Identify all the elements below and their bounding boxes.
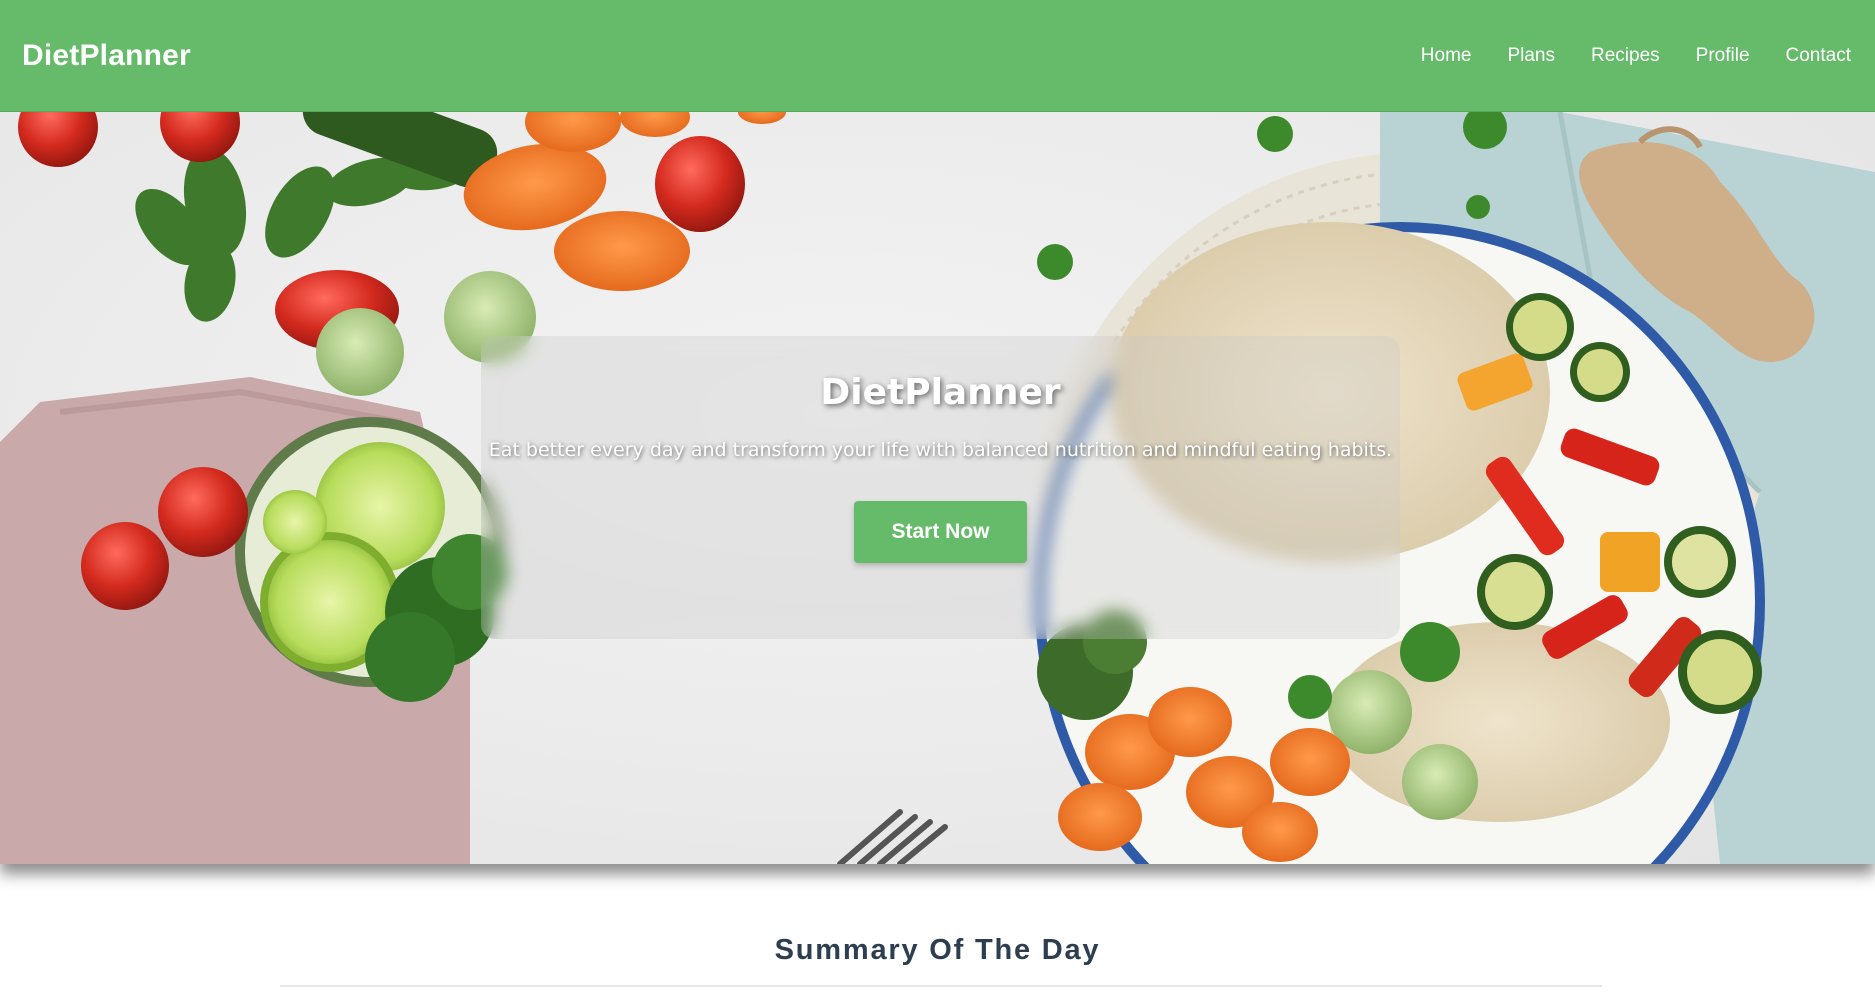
top-navbar: DietPlanner Home Plans Recipes Profile C… — [0, 0, 1875, 112]
start-now-button[interactable]: Start Now — [854, 501, 1027, 563]
summary-divider — [280, 985, 1602, 987]
nav-link-recipes[interactable]: Recipes — [1573, 45, 1678, 67]
hero-section: DietPlanner Eat better every day and tra… — [0, 112, 1875, 864]
nav-link-contact[interactable]: Contact — [1768, 45, 1851, 67]
nav-link-home[interactable]: Home — [1403, 45, 1490, 67]
hero-card: DietPlanner Eat better every day and tra… — [481, 336, 1400, 639]
hero-title: DietPlanner — [820, 372, 1061, 413]
summary-title: Summary Of The Day — [774, 934, 1101, 966]
nav-link-plans[interactable]: Plans — [1489, 45, 1573, 67]
nav-link-profile[interactable]: Profile — [1678, 45, 1768, 67]
nav-links: Home Plans Recipes Profile Contact — [1403, 45, 1851, 67]
hero-subtitle: Eat better every day and transform your … — [488, 439, 1393, 461]
brand-logo[interactable]: DietPlanner — [22, 39, 191, 73]
